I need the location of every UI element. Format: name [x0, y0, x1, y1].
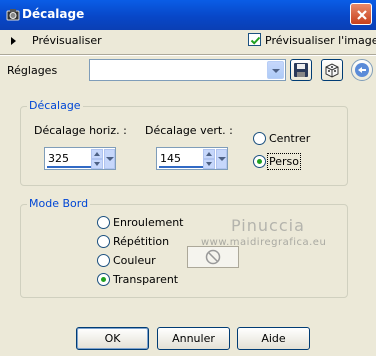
- horizontal-offset-spinner[interactable]: 325: [44, 147, 116, 170]
- radio-transparent[interactable]: [97, 273, 110, 286]
- preview-image-checkbox[interactable]: [248, 33, 261, 46]
- close-button[interactable]: [350, 3, 372, 25]
- presets-label: Réglages: [7, 64, 58, 77]
- radio-centrer[interactable]: [253, 132, 266, 145]
- divider-highlight: [0, 55, 376, 56]
- preview-toggle-label[interactable]: Prévisualiser: [32, 34, 102, 47]
- watermark-name: Pinuccia: [231, 216, 305, 235]
- dropdown-arrow-icon[interactable]: [267, 61, 284, 79]
- radio-enroulement[interactable]: [97, 216, 110, 229]
- window-title: Décalage: [22, 7, 85, 21]
- couleur-label[interactable]: Couleur: [113, 254, 156, 267]
- spin-dropdown-icon[interactable]: [104, 149, 115, 169]
- cancel-button[interactable]: Annuler: [157, 327, 230, 350]
- value-slider-bar[interactable]: [47, 166, 91, 168]
- spin-down-icon[interactable]: [91, 159, 103, 169]
- checkmark-icon: [250, 36, 261, 45]
- close-icon: [357, 10, 367, 20]
- horizontal-offset-label: Décalage horiz. :: [34, 124, 127, 137]
- reset-button[interactable]: [351, 59, 373, 81]
- dice-icon: [325, 63, 339, 78]
- vertical-offset-spinner[interactable]: 145: [156, 147, 228, 170]
- perso-label[interactable]: Perso: [267, 153, 301, 170]
- ok-button[interactable]: OK: [76, 327, 149, 350]
- random-preset-button[interactable]: [321, 59, 343, 81]
- transparent-label[interactable]: Transparent: [113, 273, 178, 286]
- floppy-disk-icon: [294, 63, 308, 77]
- spin-down-icon[interactable]: [203, 159, 215, 169]
- vertical-offset-label: Décalage vert. :: [145, 124, 233, 137]
- edge-color-swatch[interactable]: [187, 246, 239, 268]
- offset-group: [20, 106, 348, 186]
- edge-mode-group-title: Mode Bord: [27, 197, 91, 210]
- enroulement-label[interactable]: Enroulement: [113, 216, 184, 229]
- expand-arrow-icon[interactable]: [11, 37, 16, 45]
- spin-up-icon[interactable]: [91, 149, 103, 159]
- spin-up-icon[interactable]: [203, 149, 215, 159]
- spin-dropdown-icon[interactable]: [216, 149, 227, 169]
- preview-image-label: Prévisualiser l'image: [265, 34, 376, 47]
- radio-couleur[interactable]: [97, 254, 110, 267]
- value-slider-bar[interactable]: [159, 166, 203, 168]
- centrer-label[interactable]: Centrer: [269, 132, 310, 145]
- radio-perso[interactable]: [253, 155, 266, 168]
- app-icon: [6, 9, 20, 21]
- offset-group-title: Décalage: [27, 99, 83, 112]
- horizontal-offset-input[interactable]: 325: [48, 152, 69, 165]
- save-preset-button[interactable]: [290, 59, 312, 81]
- watermark-site: www.maidiregrafica.eu: [201, 237, 327, 248]
- help-button[interactable]: Aide: [237, 327, 310, 350]
- repetition-label[interactable]: Répétition: [113, 235, 169, 248]
- reset-icon: [355, 63, 369, 77]
- no-color-icon: [205, 249, 221, 265]
- radio-repetition[interactable]: [97, 235, 110, 248]
- vertical-offset-input[interactable]: 145: [160, 152, 181, 165]
- presets-dropdown[interactable]: [89, 59, 286, 81]
- title-bar: Décalage: [0, 0, 376, 30]
